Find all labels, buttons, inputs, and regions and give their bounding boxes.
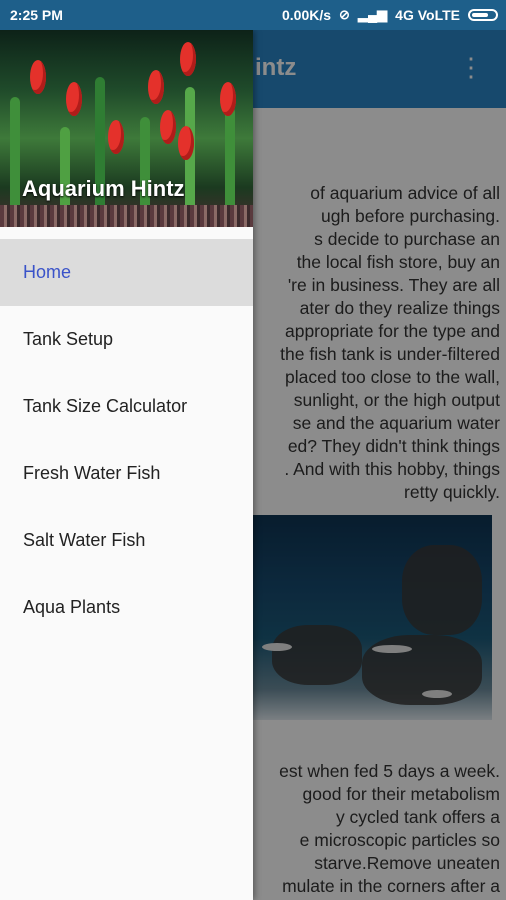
drawer-header: Aquarium Hintz: [0, 30, 253, 227]
navigation-drawer: Aquarium Hintz Home Tank Setup Tank Size…: [0, 30, 253, 900]
menu-item-tank-setup[interactable]: Tank Setup: [0, 306, 253, 373]
menu-item-aqua-plants[interactable]: Aqua Plants: [0, 574, 253, 641]
menu-item-tank-size-calculator[interactable]: Tank Size Calculator: [0, 373, 253, 440]
menu-item-fresh-water-fish[interactable]: Fresh Water Fish: [0, 440, 253, 507]
status-bar: 2:25 PM 0.00K/s ⊘ ▂▄▆ 4G VoLTE: [0, 0, 506, 30]
network-speed: 0.00K/s: [282, 7, 332, 23]
status-icons: 0.00K/s ⊘ ▂▄▆ 4G VoLTE: [282, 7, 498, 23]
menu-item-home[interactable]: Home: [0, 239, 253, 306]
network-type: 4G VoLTE: [395, 7, 460, 23]
menu-item-salt-water-fish[interactable]: Salt Water Fish: [0, 507, 253, 574]
status-time: 2:25 PM: [10, 7, 63, 23]
alarm-icon: ⊘: [339, 7, 350, 22]
battery-icon: [468, 9, 498, 21]
signal-icon: ▂▄▆: [357, 7, 388, 22]
drawer-menu: Home Tank Setup Tank Size Calculator Fre…: [0, 239, 253, 641]
drawer-title: Aquarium Hintz: [22, 176, 185, 201]
